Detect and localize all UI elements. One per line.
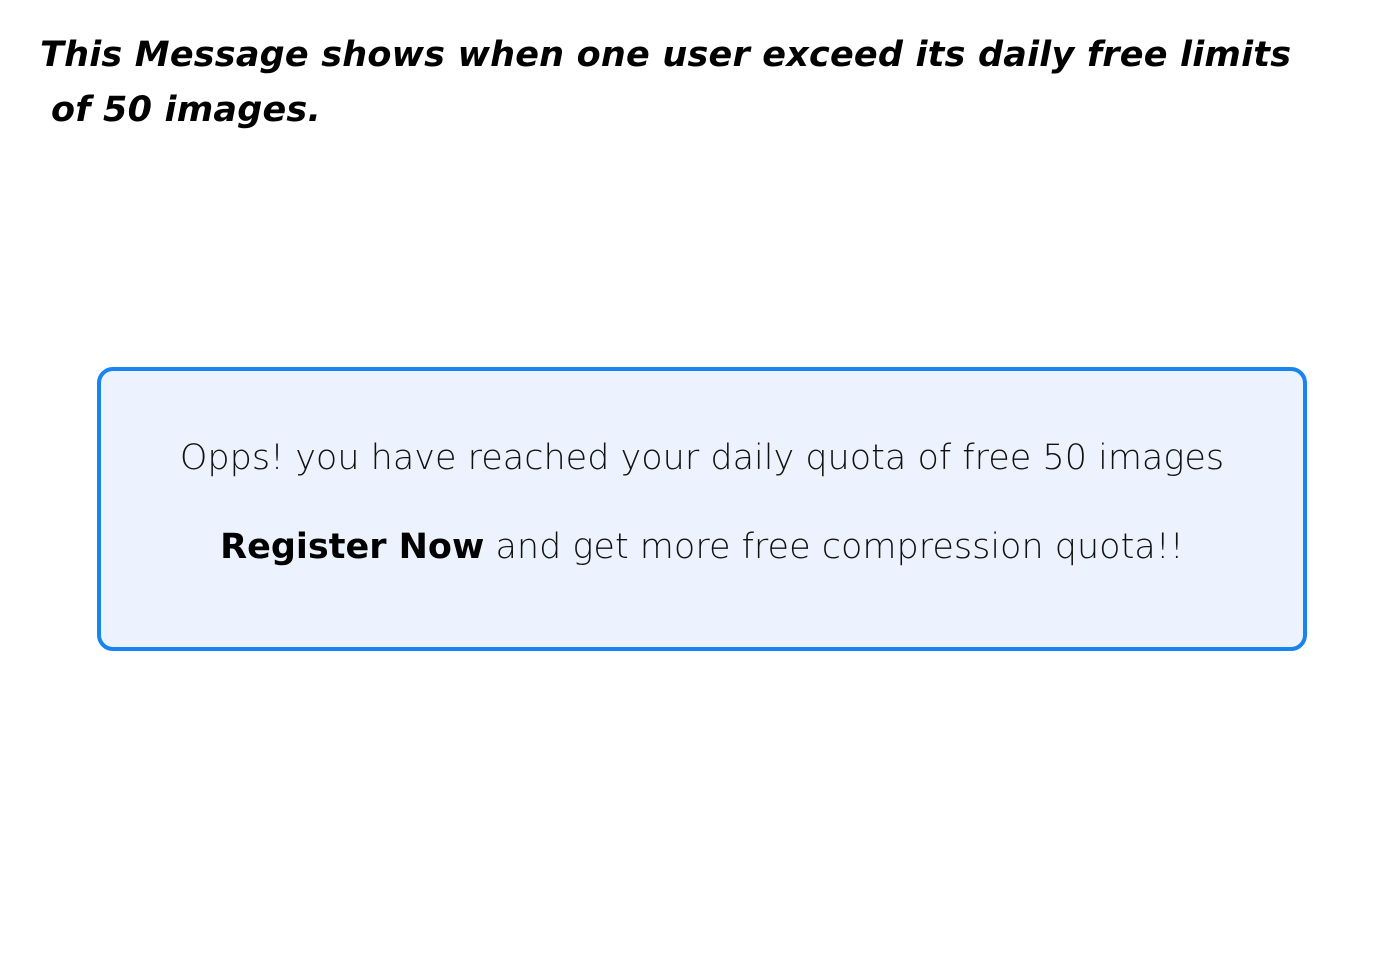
- quota-reached-text: Opps! you have reached your daily quota …: [179, 438, 1225, 478]
- register-now-link[interactable]: Register Now: [220, 527, 484, 567]
- heading-line-1: This Message shows when one user exceed …: [40, 35, 1292, 75]
- page-heading: This Message shows when one user exceed …: [40, 28, 1380, 138]
- quota-exceeded-message-box: Opps! you have reached your daily quota …: [97, 367, 1307, 651]
- heading-line-2: of 50 images.: [51, 90, 321, 130]
- register-prompt-suffix: and get more free compression quota!!: [484, 527, 1184, 567]
- register-prompt: Register Now and get more free compressi…: [101, 524, 1303, 570]
